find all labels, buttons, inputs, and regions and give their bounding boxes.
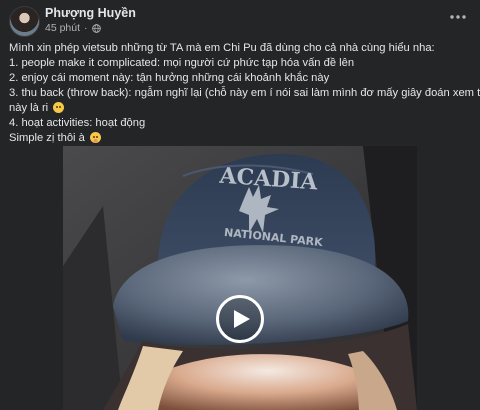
post-line: 4. hoạt activities: hoạt động — [9, 117, 146, 129]
more-options-button[interactable] — [446, 8, 470, 26]
post-line: Mình xin phép vietsub những từ TA mà em … — [9, 42, 435, 54]
globe-icon — [91, 23, 101, 33]
post-header: Phượng Huyền 45 phút · — [0, 0, 480, 38]
play-icon — [233, 310, 250, 328]
post-line-with-emoji: Simple zị thôi à — [9, 131, 471, 146]
blushing-emoji — [89, 132, 101, 143]
play-button[interactable] — [216, 295, 264, 343]
timestamp[interactable]: 45 phút — [45, 22, 80, 34]
post-meta: 45 phút · — [45, 22, 101, 34]
more-horizontal-icon — [450, 15, 466, 19]
post-line: 3. thu back (throw back): ngẫm nghĩ lại … — [9, 87, 480, 99]
video-thumbnail: ACADIA NATIONAL PARK — [63, 146, 417, 410]
post-line: này là ri — [9, 102, 49, 114]
grinning-sweat-emoji — [53, 102, 65, 113]
author-name[interactable]: Phượng Huyền — [45, 6, 136, 20]
post-text: Mình xin phép vietsub những từ TA mà em … — [9, 41, 480, 146]
post-line-with-emoji: này là ri — [9, 101, 471, 116]
video-player[interactable]: ACADIA NATIONAL PARK — [63, 146, 417, 410]
avatar[interactable] — [9, 6, 40, 37]
post-line: 2. enjoy cái moment này: tận hưởng những… — [9, 72, 330, 84]
post-line: Simple zị thôi à — [9, 132, 85, 144]
post-line: 1. people make it complicated: mọi người… — [9, 57, 355, 69]
post-card: Phượng Huyền 45 phút · Mình xin phép vie… — [0, 0, 480, 410]
